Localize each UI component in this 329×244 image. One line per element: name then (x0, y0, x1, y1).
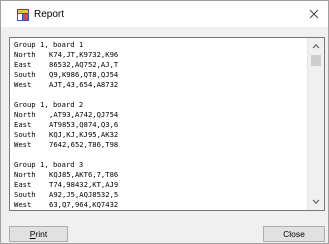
window-title: Report (34, 9, 65, 20)
scroll-up-button[interactable] (308, 38, 324, 54)
report-window: Report Group 1, board 1 North K74,JT,K9732… (0, 0, 329, 244)
report-line-label: West (14, 200, 32, 209)
report-line: South Q9,K986,QT8,QJ54 (14, 70, 306, 80)
report-line: Group 1, board 2 (14, 100, 306, 110)
chevron-down-icon (312, 199, 320, 204)
report-line-value: 7642,652,T86,T98 (49, 140, 119, 149)
report-line-value: T74,98432,KT,AJ9 (49, 180, 119, 189)
scrollbar-thumb[interactable] (311, 55, 321, 66)
report-line: West 7642,652,T86,T98 (14, 140, 306, 150)
title-bar: Report (1, 1, 328, 27)
report-line-value: AJT,43,654,A8732 (49, 80, 119, 89)
report-text-area[interactable]: Group 1, board 1 North K74,JT,K9732,K96 Eas… (9, 37, 325, 211)
report-line-label: East (14, 60, 32, 69)
report-line-value: AT9853,Q874,Q3,6 (49, 120, 119, 129)
close-icon[interactable] (306, 6, 322, 22)
report-line-value: Q9,K986,QT8,QJ54 (49, 70, 119, 79)
report-line: East T74,98432,KT,AJ9 (14, 180, 306, 190)
report-line-label: North (14, 110, 36, 119)
print-button[interactable]: Print (9, 226, 68, 242)
report-line: North KQJ85,AKT6,7,T86 (14, 170, 306, 180)
vertical-scrollbar[interactable] (307, 38, 324, 210)
report-line-label: South (14, 130, 36, 139)
report-line-label: West (14, 80, 32, 89)
report-line-value: 86532,AQ752,AJ,T (49, 60, 119, 69)
report-line-label: Group 1, board 1 (14, 40, 84, 49)
chevron-up-icon (312, 44, 320, 49)
report-line (14, 90, 306, 100)
report-line-label: South (14, 190, 36, 199)
report-line: West AJT,43,654,A8732 (14, 80, 306, 90)
report-line-value: KQJ85,AKT6,7,T86 (49, 170, 119, 179)
report-line: Group 1, board 1 (14, 40, 306, 50)
report-line: North ,AT93,A742,QJ754 (14, 110, 306, 120)
report-line-label: Group 1, board 3 (14, 160, 84, 169)
report-line: East 86532,AQ752,AJ,T (14, 60, 306, 70)
report-line-label: North (14, 50, 36, 59)
report-line: East AT9853,Q874,Q3,6 (14, 120, 306, 130)
report-line: South KQJ,KJ,KJ95,AK32 (14, 130, 306, 140)
scroll-down-button[interactable] (308, 194, 324, 210)
print-label-rest: rint (35, 229, 48, 239)
report-line-label: East (14, 180, 32, 189)
report-line: West 63,Q7,964,KQ7432 (14, 200, 306, 210)
report-line-label: West (14, 140, 32, 149)
report-line-value: K74,JT,K9732,K96 (49, 50, 119, 59)
report-line-label: North (14, 170, 36, 179)
report-line: Group 1, board 3 (14, 160, 306, 170)
report-line-value: ,AT93,A742,QJ754 (49, 110, 119, 119)
report-line-label: South (14, 70, 36, 79)
report-line-label: Group 1, board 2 (14, 100, 84, 109)
close-button[interactable]: Close (263, 226, 325, 242)
report-line: North K74,JT,K9732,K96 (14, 50, 306, 60)
report-line-value: 63,Q7,964,KQ7432 (49, 200, 119, 209)
report-line (14, 150, 306, 160)
report-line-value: A92,J5,AQJ8532,5 (49, 190, 119, 199)
report-line-value: KQJ,KJ,KJ95,AK32 (49, 130, 119, 139)
report-line: South A92,J5,AQJ8532,5 (14, 190, 306, 200)
report-lines: Group 1, board 1 North K74,JT,K9732,K96 Eas… (14, 40, 306, 210)
report-line-label: East (14, 120, 32, 129)
report-app-icon (17, 9, 29, 21)
